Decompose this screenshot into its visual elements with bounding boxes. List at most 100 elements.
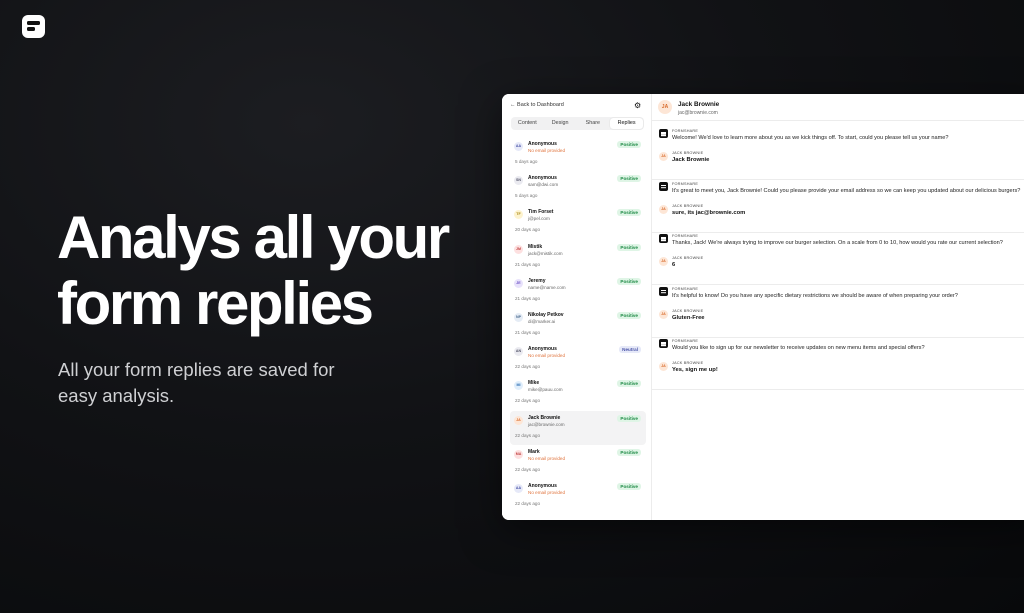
question-text: Welcome! We'd love to learn more about y… <box>672 135 949 141</box>
avatar: AN <box>514 347 523 357</box>
reply-date: 20 days ago <box>515 227 541 233</box>
source-label: FORMSHARE <box>672 129 699 133</box>
avatar: JA <box>658 100 672 114</box>
formshare-icon <box>659 286 668 296</box>
list-item[interactable]: SN Anonymous sam@dwi.com 5 days ago Positive <box>510 171 646 205</box>
reply-date: 22 days ago <box>515 500 541 506</box>
avatar: SN <box>514 176 523 186</box>
tab-share[interactable]: Share <box>577 118 610 129</box>
status-badge: Positive <box>617 175 641 183</box>
list-item[interactable]: MA Mark No email provided 22 days ago Positi… <box>510 445 646 479</box>
list-item[interactable]: AN Anonymous No email provided 22 days ago N… <box>510 342 646 376</box>
answer-text: 6 <box>672 262 676 268</box>
reply-email: No email provided <box>528 455 566 461</box>
avatar: MA <box>514 449 523 459</box>
status-badge: Positive <box>617 141 641 148</box>
reply-name: Anonymous <box>528 175 557 182</box>
question-text: It's helpful to know! Do you have any sp… <box>672 292 958 299</box>
arrow-left-icon: ← <box>510 102 516 108</box>
answer-text: Jack Brownie <box>672 157 710 163</box>
reply-name: Nikolay Petkov <box>528 311 564 318</box>
reply-date: 22 days ago <box>515 466 541 472</box>
avatar: JA <box>659 152 668 161</box>
source-label: FORMSHARE <box>672 286 699 291</box>
reply-date: 22 days ago <box>515 364 541 370</box>
answer-text: Yes, sign me up! <box>672 367 718 373</box>
responder-label: JACK BROWNIE <box>672 203 704 208</box>
avatar: JA <box>514 415 523 425</box>
brand-logo[interactable] <box>22 15 45 38</box>
list-item[interactable]: JE Jeremy name@name.com 21 days ago Positive <box>510 274 646 308</box>
status-badge: Positive <box>617 311 641 319</box>
tab-replies[interactable]: Replies <box>610 118 643 129</box>
status-badge: Positive <box>617 380 641 388</box>
list-item[interactable]: NP Nikolay Petkov di@marker.ai 21 days ago P… <box>510 308 646 342</box>
reply-date: 21 days ago <box>515 329 541 335</box>
status-badge: Positive <box>617 448 641 456</box>
reply-date: 21 days ago <box>515 261 541 267</box>
question-text: It's great to meet you, Jack Brownie! Co… <box>672 187 1021 194</box>
header-divider <box>652 120 1024 121</box>
responder-label: JACK BROWNIE <box>672 308 704 313</box>
responder-label: JACK BROWNIE <box>672 361 704 365</box>
list-item[interactable]: MI Mike mike@pauu.com 22 days ago Positive <box>510 376 646 410</box>
question-text: Would you like to sign up for our newsle… <box>672 345 925 351</box>
question-text: Thanks, Jack! We're always trying to imp… <box>672 240 1003 246</box>
qa-block: FORMSHARE It's great to meet you, Jack Br… <box>652 180 1024 233</box>
gear-icon[interactable]: ⚙ <box>634 101 641 110</box>
reply-name: Anonymous <box>528 141 557 147</box>
avatar: JA <box>659 309 668 319</box>
status-badge: Positive <box>617 277 641 285</box>
responder-email: jac@brownie.com <box>678 110 718 116</box>
status-badge: Positive <box>617 482 641 490</box>
reply-email: No email provided <box>528 148 566 153</box>
reply-email: jac@brownie.com <box>528 421 565 427</box>
back-to-dashboard-link[interactable]: ← Back to Dashboard <box>510 102 564 108</box>
responder-name: Jack Brownie <box>678 101 720 108</box>
avatar: NP <box>514 312 523 322</box>
reply-date: 22 days ago <box>515 398 541 404</box>
avatar: AA <box>514 483 523 493</box>
source-label: FORMSHARE <box>672 339 699 343</box>
tab-content[interactable]: Content <box>511 118 544 129</box>
source-label: FORMSHARE <box>672 181 699 186</box>
avatar: JA <box>659 204 668 214</box>
reply-email: name@name.com <box>528 284 566 290</box>
back-label: Back to Dashboard <box>517 102 564 108</box>
formshare-icon <box>659 181 668 191</box>
avatar: TF <box>514 210 523 220</box>
list-item[interactable]: JA Jack Brownie jac@brownie.com 22 days ago… <box>510 410 646 445</box>
reply-name: Mike <box>528 380 540 387</box>
formshare-icon <box>659 129 668 138</box>
qa-block: FORMSHARE Welcome! We'd love to learn mor… <box>652 127 1024 180</box>
list-item[interactable]: JM Mistik jack@mistik.com 21 days ago Positi… <box>510 240 646 274</box>
reply-name: Jeremy <box>528 277 546 284</box>
avatar: JE <box>514 278 523 288</box>
reply-date: 5 days ago <box>515 193 538 199</box>
qa-block: FORMSHARE Thanks, Jack! We're always tryi… <box>652 232 1024 285</box>
avatar: AA <box>514 142 523 151</box>
reply-email: di@marker.ai <box>528 318 556 324</box>
formshare-icon <box>659 339 668 348</box>
replies-sidebar: ← Back to Dashboard ⚙ Content Design Share… <box>502 94 652 520</box>
avatar: MI <box>514 381 523 391</box>
app-window: ← Back to Dashboard ⚙ Content Design Share… <box>502 94 1024 520</box>
formshare-icon <box>659 234 668 243</box>
reply-name: Anonymous <box>528 482 557 489</box>
reply-detail: JA Jack Brownie jac@brownie.com FORMSHAR… <box>652 94 1024 520</box>
list-item[interactable]: AA Anonymous No email provided 5 days ago Po… <box>510 137 646 171</box>
list-item[interactable]: TF Tim Forset j@pel.com 20 days ago Positive <box>510 205 646 239</box>
qa-block: FORMSHARE It's helpful to know! Do you ha… <box>652 285 1024 338</box>
answer-text: Gluten-Free <box>672 314 705 321</box>
responder-label: JACK BROWNIE <box>672 151 704 155</box>
responder-label: JACK BROWNIE <box>672 256 704 260</box>
reply-name: Jack Brownie <box>528 414 561 421</box>
reply-date: 22 days ago <box>515 432 541 438</box>
reply-name: Anonymous <box>528 346 557 353</box>
reply-date: 5 days ago <box>515 159 538 164</box>
tab-design[interactable]: Design <box>544 118 577 129</box>
reply-email: sam@dwi.com <box>528 182 559 188</box>
list-item[interactable]: AA Anonymous No email provided 22 days ago P… <box>510 479 646 513</box>
avatar: JA <box>659 362 668 371</box>
reply-name: Mark <box>528 448 540 455</box>
